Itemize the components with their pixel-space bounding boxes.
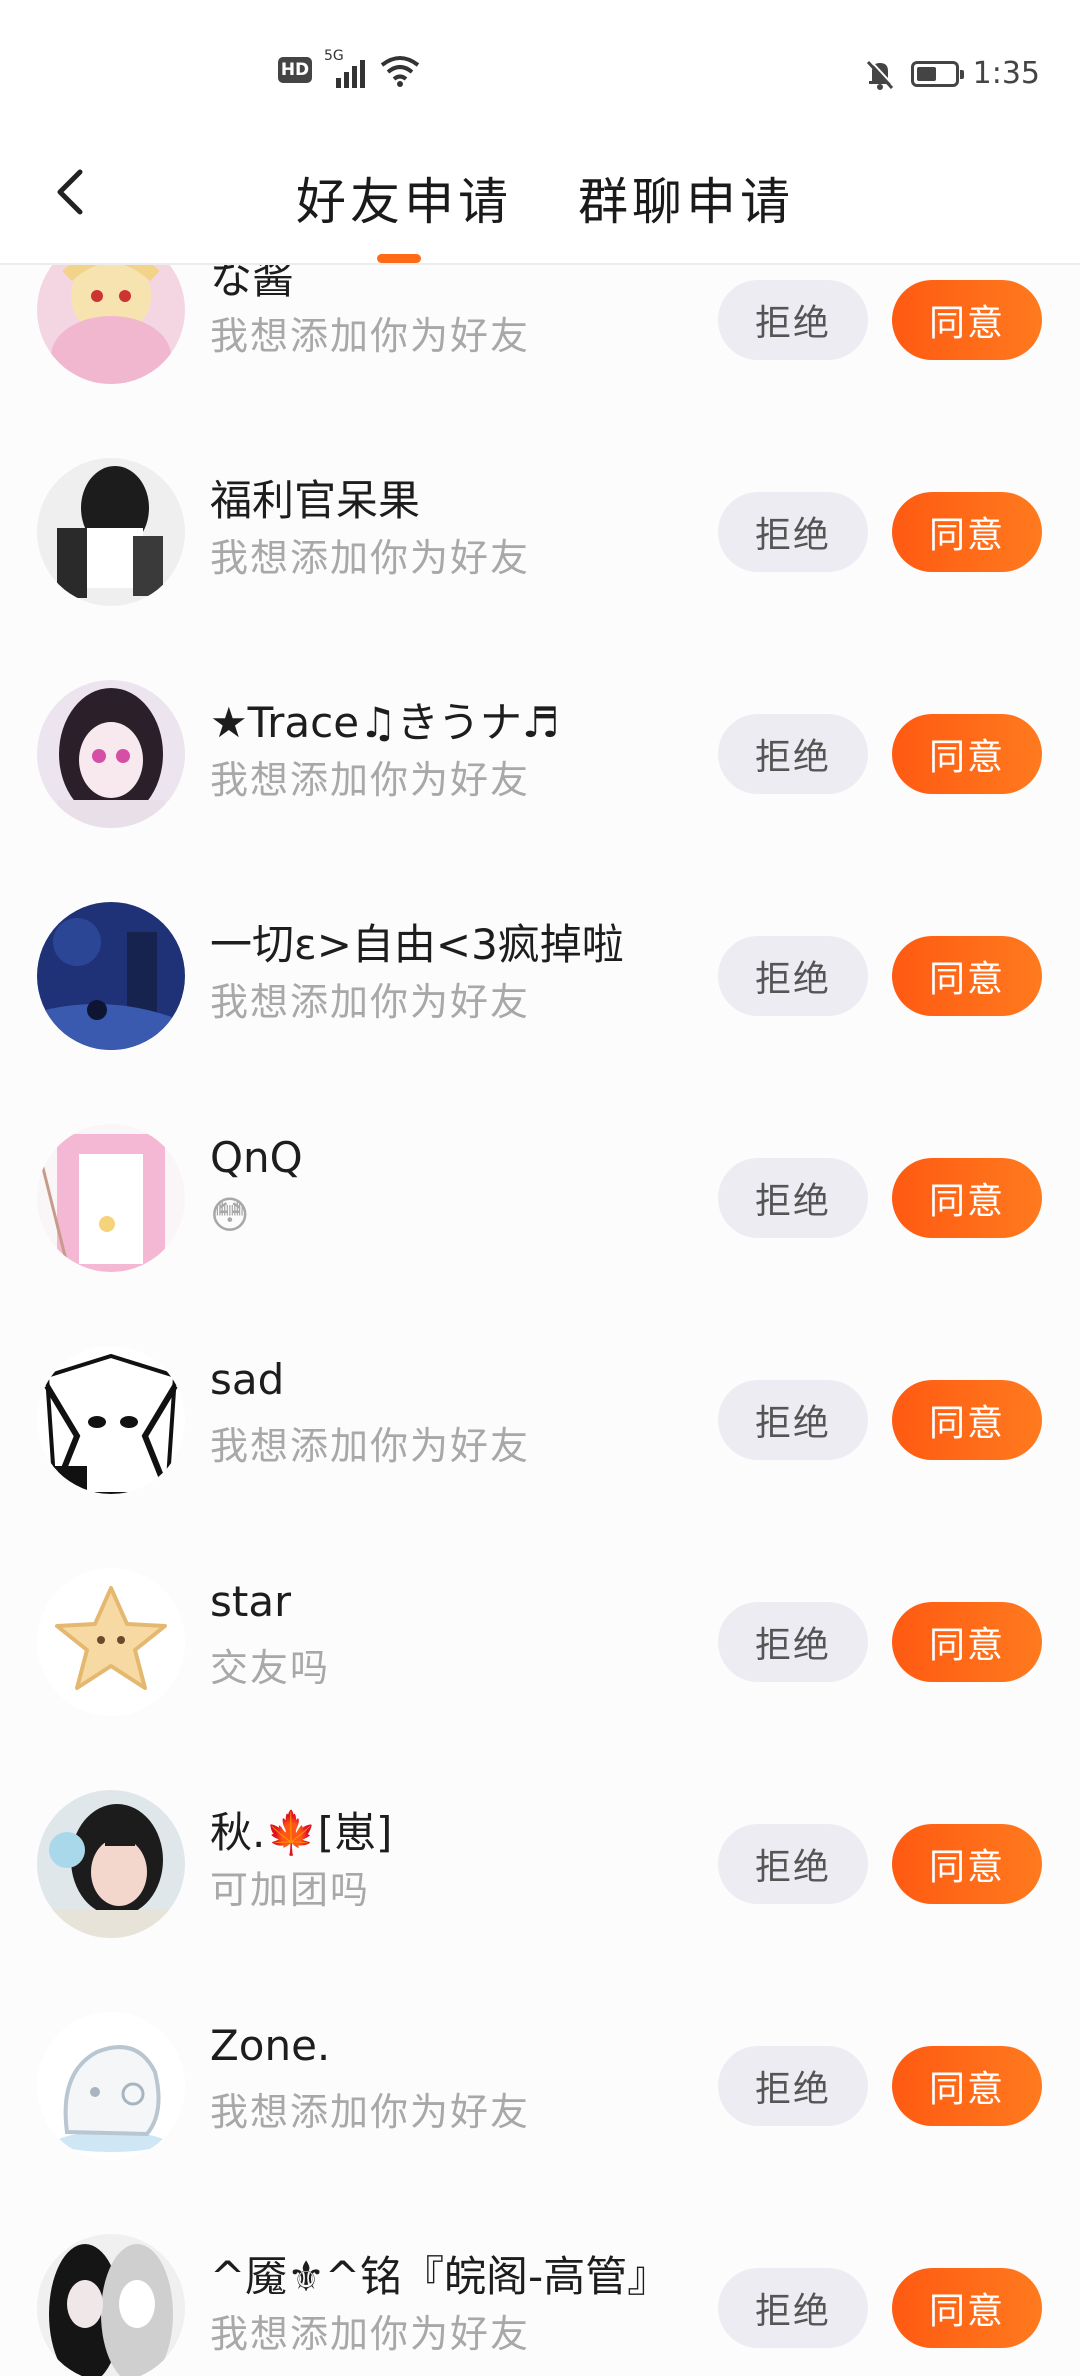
- signal-icon: 5G: [324, 48, 368, 88]
- reject-button[interactable]: 拒绝: [718, 1380, 868, 1460]
- requester-name: ^魇⚜^铭『皖阁-高管』: [210, 2252, 670, 2301]
- battery-fill: [916, 66, 936, 81]
- request-message: 我想添加你为好友: [210, 314, 531, 358]
- reject-button[interactable]: 拒绝: [718, 1824, 868, 1904]
- requester-name: 秋.🍁[崽]: [210, 1808, 393, 1857]
- accept-button[interactable]: 同意: [892, 2046, 1042, 2126]
- list-item: な酱 我想添加你为好友 拒绝 同意: [0, 265, 1080, 421]
- request-message: 😳: [210, 1193, 252, 1237]
- avatar[interactable]: [37, 1568, 185, 1716]
- avatar[interactable]: [37, 2012, 185, 2160]
- chevron-left-icon: [57, 169, 83, 215]
- requester-name: 福利官呆果: [210, 476, 421, 525]
- list-item: 秋.🍁[崽] 可加团吗 拒绝 同意: [0, 1753, 1080, 1975]
- list-item: ^魇⚜^铭『皖阁-高管』 我想添加你为好友 拒绝 同意: [0, 2197, 1080, 2376]
- requester-name: 一切ε>自由<3疯掉啦: [210, 920, 624, 969]
- battery-icon: [910, 60, 964, 87]
- active-tab-indicator: [377, 254, 421, 263]
- accept-button[interactable]: 同意: [892, 1824, 1042, 1904]
- tab-group-requests[interactable]: 群聊申请: [578, 162, 794, 234]
- tab-friend-requests[interactable]: 好友申请: [296, 162, 512, 234]
- reject-button[interactable]: 拒绝: [718, 1158, 868, 1238]
- requester-name: な酱: [210, 265, 295, 303]
- status-right-icons: 1:35: [863, 56, 1040, 91]
- avatar[interactable]: [37, 680, 185, 828]
- requester-name: ★Trace♫きうナ♬: [210, 698, 560, 747]
- accept-button[interactable]: 同意: [892, 714, 1042, 794]
- reject-button[interactable]: 拒绝: [718, 714, 868, 794]
- list-item: 福利官呆果 我想添加你为好友 拒绝 同意: [0, 421, 1080, 643]
- list-item: star 交友吗 拒绝 同意: [0, 1531, 1080, 1753]
- request-message: 我想添加你为好友: [210, 980, 531, 1024]
- accept-button[interactable]: 同意: [892, 936, 1042, 1016]
- accept-button[interactable]: 同意: [892, 1602, 1042, 1682]
- request-message: 可加团吗: [210, 1868, 371, 1912]
- list-item: 一切ε>自由<3疯掉啦 我想添加你为好友 拒绝 同意: [0, 865, 1080, 1087]
- status-left-icons: HD 5G: [278, 48, 420, 88]
- request-list: な酱 我想添加你为好友 拒绝 同意 福利官呆果 我想添加你为好友 拒绝 同意 ★…: [0, 265, 1080, 2376]
- reject-button[interactable]: 拒绝: [718, 2268, 868, 2348]
- back-button[interactable]: [40, 152, 100, 232]
- request-message: 我想添加你为好友: [210, 2312, 531, 2356]
- avatar[interactable]: [37, 2234, 185, 2376]
- reject-button[interactable]: 拒绝: [718, 936, 868, 1016]
- accept-button[interactable]: 同意: [892, 1380, 1042, 1460]
- accept-button[interactable]: 同意: [892, 2268, 1042, 2348]
- list-item: sad 我想添加你为好友 拒绝 同意: [0, 1309, 1080, 1531]
- avatar[interactable]: [37, 458, 185, 606]
- request-message: 我想添加你为好友: [210, 758, 531, 802]
- avatar[interactable]: [37, 1790, 185, 1938]
- reject-button[interactable]: 拒绝: [718, 280, 868, 360]
- status-time: 1:35: [972, 56, 1040, 91]
- request-message: 我想添加你为好友: [210, 2090, 531, 2134]
- avatar[interactable]: [37, 1346, 185, 1494]
- reject-button[interactable]: 拒绝: [718, 2046, 868, 2126]
- reject-button[interactable]: 拒绝: [718, 492, 868, 572]
- status-bar: HD 5G 1:35: [0, 0, 1080, 140]
- requester-name: sad: [210, 1355, 285, 1404]
- list-item: Zone. 我想添加你为好友 拒绝 同意: [0, 1975, 1080, 2197]
- requester-name: QnQ: [210, 1133, 303, 1182]
- wifi-icon: [380, 56, 420, 87]
- requester-name: Zone.: [210, 2021, 331, 2070]
- request-message: 交友吗: [210, 1646, 331, 1690]
- accept-button[interactable]: 同意: [892, 1158, 1042, 1238]
- list-item: ★Trace♫きうナ♬ 我想添加你为好友 拒绝 同意: [0, 643, 1080, 865]
- requester-name: star: [210, 1577, 292, 1626]
- request-message: 我想添加你为好友: [210, 536, 531, 580]
- avatar[interactable]: [37, 1124, 185, 1272]
- accept-button[interactable]: 同意: [892, 492, 1042, 572]
- accept-button[interactable]: 同意: [892, 280, 1042, 360]
- reject-button[interactable]: 拒绝: [718, 1602, 868, 1682]
- list-item: QnQ 😳 拒绝 同意: [0, 1087, 1080, 1309]
- avatar[interactable]: [37, 265, 185, 384]
- request-message: 我想添加你为好友: [210, 1424, 531, 1468]
- header: 好友申请 群聊申请: [0, 140, 1080, 265]
- hd-icon: HD: [278, 57, 312, 83]
- mute-bell-icon: [866, 58, 895, 90]
- avatar[interactable]: [37, 902, 185, 1050]
